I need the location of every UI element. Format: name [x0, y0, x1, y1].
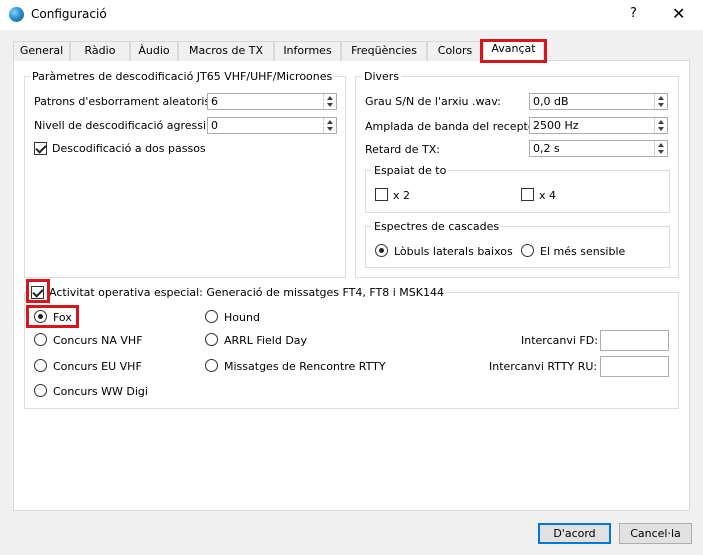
- tab-tx-macros[interactable]: Macros de TX: [178, 41, 274, 61]
- low-sidelobes-radio[interactable]: [375, 244, 388, 257]
- tone-x2-checkbox[interactable]: [375, 188, 388, 201]
- tab-label: Macros de TX: [188, 44, 264, 57]
- title-bar: Configuració ? ✕: [0, 0, 703, 30]
- special-ops-label: Activitat operativa especial: Generació …: [47, 286, 446, 299]
- tab-reports[interactable]: Informes: [274, 41, 341, 61]
- fox-label: Fox: [53, 311, 72, 324]
- eu-vhf-label: Concurs EU VHF: [53, 360, 142, 373]
- aggressive-value: 0: [211, 119, 218, 132]
- bandwidth-value: 2500 Hz: [533, 119, 579, 132]
- tab-label: Freqüències: [351, 44, 417, 57]
- spin-down-icon: [327, 127, 333, 131]
- two-pass-label: Descodificació a dos passos: [52, 142, 206, 155]
- help-button[interactable]: ?: [630, 6, 637, 21]
- tx-delay-spinbox[interactable]: 0,2 s: [529, 140, 668, 157]
- spin-down-icon: [658, 103, 664, 107]
- spin-down-icon: [658, 127, 664, 131]
- decode-params-title: Paràmetres de descodificació JT65 VHF/UH…: [30, 70, 335, 83]
- window-title: Configuració: [31, 7, 107, 21]
- aggressive-label: Nivell de descodificació agressiu:: [34, 119, 217, 132]
- hound-radio[interactable]: [205, 310, 218, 323]
- close-button[interactable]: ✕: [672, 4, 685, 23]
- snr-spinbox[interactable]: 0,0 dB: [529, 93, 668, 110]
- ww-digi-radio[interactable]: [34, 384, 47, 397]
- bandwidth-label: Amplada de banda del receptor:: [365, 120, 543, 133]
- rtty-label: Missatges de Rencontre RTTY: [224, 360, 386, 373]
- spin-down-icon: [327, 103, 333, 107]
- spin-up-icon: [327, 120, 333, 124]
- tone-x2-label: x 2: [393, 189, 411, 202]
- rtty-exchange-label: Intercanvi RTTY RU:: [489, 360, 598, 373]
- hound-label: Hound: [224, 311, 260, 324]
- fd-exchange-label: Intercanvi FD:: [521, 334, 598, 347]
- spin-arrows[interactable]: [654, 141, 667, 156]
- most-sensitive-label: El més sensible: [540, 245, 626, 258]
- waterfall-title: Espectres de cascades: [372, 220, 502, 233]
- na-vhf-radio[interactable]: [34, 333, 47, 346]
- tab-frequencies[interactable]: Freqüències: [341, 41, 427, 61]
- spin-up-icon: [327, 96, 333, 100]
- tab-label: Informes: [283, 44, 332, 57]
- ok-button[interactable]: D'acord: [538, 523, 611, 544]
- tone-x4-label: x 4: [539, 189, 557, 202]
- random-erasure-value: 6: [211, 95, 218, 108]
- spin-arrows[interactable]: [654, 94, 667, 109]
- tab-label: Colors: [437, 44, 473, 57]
- tab-label: Ràdio: [84, 44, 116, 57]
- bandwidth-spinbox[interactable]: 2500 Hz: [529, 117, 668, 134]
- spin-up-icon: [658, 96, 664, 100]
- arrl-field-day-label: ARRL Field Day: [224, 334, 308, 347]
- spin-arrows[interactable]: [323, 94, 336, 109]
- eu-vhf-radio[interactable]: [34, 359, 47, 372]
- tx-delay-value: 0,2 s: [533, 142, 560, 155]
- tab-label: Àudio: [138, 44, 170, 57]
- random-erasure-spinbox[interactable]: 6: [207, 93, 337, 110]
- app-icon: [9, 7, 24, 22]
- tab-radio[interactable]: Ràdio: [70, 41, 130, 61]
- arrl-field-day-radio[interactable]: [205, 333, 218, 346]
- spin-up-icon: [658, 143, 664, 147]
- fd-exchange-input[interactable]: [600, 330, 669, 351]
- misc-title: Divers: [362, 70, 402, 83]
- low-sidelobes-label: Lòbuls laterals baixos: [394, 245, 513, 258]
- spin-arrows[interactable]: [654, 118, 667, 133]
- tone-x4-checkbox[interactable]: [521, 188, 534, 201]
- cancel-button[interactable]: Cancel·la: [619, 523, 692, 544]
- ww-digi-label: Concurs WW Digi: [53, 385, 148, 398]
- tab-label: General: [19, 44, 64, 57]
- tone-spacing-title: Espaiat de to: [372, 164, 449, 177]
- tab-general[interactable]: General: [13, 41, 70, 61]
- rtty-exchange-input[interactable]: [600, 356, 669, 377]
- spin-arrows[interactable]: [323, 118, 336, 133]
- fox-radio[interactable]: [34, 310, 47, 323]
- random-erasure-label: Patrons d'esborrament aleatoris:: [34, 95, 214, 108]
- tx-delay-label: Retard de TX:: [365, 143, 440, 156]
- tab-colors[interactable]: Colors: [427, 41, 483, 61]
- spin-down-icon: [658, 150, 664, 154]
- two-pass-checkbox[interactable]: [34, 142, 47, 155]
- snr-value: 0,0 dB: [533, 95, 569, 108]
- most-sensitive-radio[interactable]: [521, 244, 534, 257]
- aggressive-spinbox[interactable]: 0: [207, 117, 337, 134]
- tab-advanced[interactable]: Avançat: [483, 39, 544, 61]
- special-ops-checkbox[interactable]: [31, 286, 44, 299]
- tab-label: Avançat: [491, 42, 536, 55]
- snr-label: Grau S/N de l'arxiu .wav:: [365, 95, 501, 108]
- tab-audio[interactable]: Àudio: [130, 41, 178, 61]
- rtty-radio[interactable]: [205, 359, 218, 372]
- spin-up-icon: [658, 120, 664, 124]
- na-vhf-label: Concurs NA VHF: [53, 334, 143, 347]
